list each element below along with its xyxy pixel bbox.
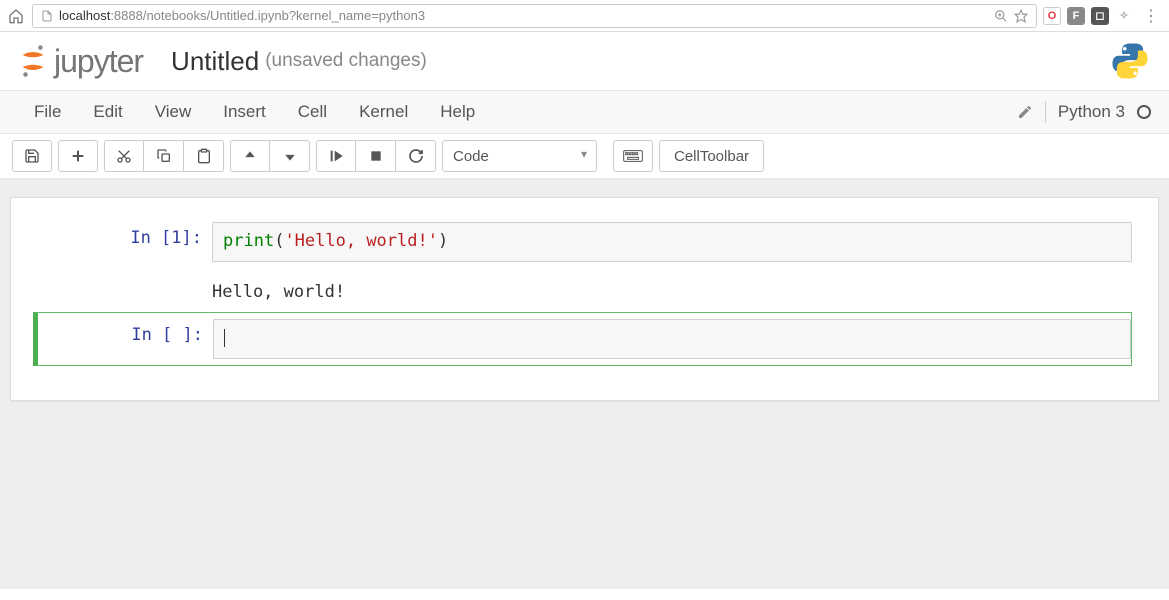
menu-edit[interactable]: Edit xyxy=(77,92,138,132)
url-host: localhost xyxy=(59,8,110,23)
jupyter-logo-icon xyxy=(18,43,48,79)
kernel-status-idle-icon xyxy=(1137,105,1151,119)
cell-prompt: In [ ]: xyxy=(38,319,213,359)
python-logo-icon xyxy=(1109,40,1151,82)
menu-kernel[interactable]: Kernel xyxy=(343,92,424,132)
restart-button[interactable] xyxy=(396,140,436,172)
divider xyxy=(1045,101,1046,123)
page-icon xyxy=(41,9,53,23)
extension-opera-icon[interactable]: O xyxy=(1043,7,1061,25)
notebook-name[interactable]: Untitled xyxy=(171,46,259,77)
jupyter-logo-text: jupyter xyxy=(54,43,143,80)
menubar: File Edit View Insert Cell Kernel Help P… xyxy=(0,90,1169,134)
home-icon[interactable] xyxy=(6,6,26,26)
menu-insert[interactable]: Insert xyxy=(207,92,282,132)
menu-cell[interactable]: Cell xyxy=(282,92,343,132)
edit-pencil-icon[interactable] xyxy=(1017,104,1033,120)
extension-icons: O F ◻ ✧ ⋮ xyxy=(1043,6,1163,26)
menu-view[interactable]: View xyxy=(139,92,208,132)
browser-menu-icon[interactable]: ⋮ xyxy=(1139,6,1163,26)
url-actions xyxy=(994,9,1028,23)
output-cell: Out Hello, world! xyxy=(37,270,1132,308)
code-input[interactable] xyxy=(213,319,1131,359)
jupyter-logo[interactable]: jupyter xyxy=(18,43,143,80)
bookmark-star-icon[interactable] xyxy=(1014,9,1028,23)
cut-button[interactable] xyxy=(104,140,144,172)
extension-square-icon[interactable]: ◻ xyxy=(1091,7,1109,25)
cell-prompt: In [1]: xyxy=(37,222,212,262)
code-cell[interactable]: In [1]: print('Hello, world!') xyxy=(37,218,1132,266)
toolbar: Code CellToolbar xyxy=(0,134,1169,179)
extension-paw-icon[interactable]: ✧ xyxy=(1115,7,1133,25)
zoom-icon[interactable] xyxy=(994,9,1008,23)
stop-button[interactable] xyxy=(356,140,396,172)
paste-button[interactable] xyxy=(184,140,224,172)
extension-f-icon[interactable]: F xyxy=(1067,7,1085,25)
celltoolbar-button[interactable]: CellToolbar xyxy=(659,140,764,172)
command-palette-button[interactable] xyxy=(613,140,653,172)
save-button[interactable] xyxy=(12,140,52,172)
cell-type-select[interactable]: Code xyxy=(442,140,597,172)
text-cursor xyxy=(224,329,225,347)
menu-file[interactable]: File xyxy=(18,92,77,132)
code-cell-active[interactable]: In [ ]: xyxy=(33,312,1132,366)
browser-address-bar: localhost:8888/notebooks/Untitled.ipynb?… xyxy=(0,0,1169,32)
url-path: :8888/notebooks/Untitled.ipynb?kernel_na… xyxy=(110,8,425,23)
code-input[interactable]: print('Hello, world!') xyxy=(212,222,1132,262)
notebook: In [1]: print('Hello, world!') Out Hello… xyxy=(10,197,1159,401)
notebook-header: jupyter Untitled (unsaved changes) xyxy=(0,32,1169,90)
save-status: (unsaved changes) xyxy=(265,50,427,72)
kernel-name[interactable]: Python 3 xyxy=(1058,102,1125,122)
notebook-container: In [1]: print('Hello, world!') Out Hello… xyxy=(0,179,1169,589)
move-up-button[interactable] xyxy=(230,140,270,172)
cell-output: Hello, world! xyxy=(212,274,1132,304)
run-button[interactable] xyxy=(316,140,356,172)
copy-button[interactable] xyxy=(144,140,184,172)
menu-help[interactable]: Help xyxy=(424,92,491,132)
move-down-button[interactable] xyxy=(270,140,310,172)
add-cell-button[interactable] xyxy=(58,140,98,172)
url-input[interactable]: localhost:8888/notebooks/Untitled.ipynb?… xyxy=(32,4,1037,28)
